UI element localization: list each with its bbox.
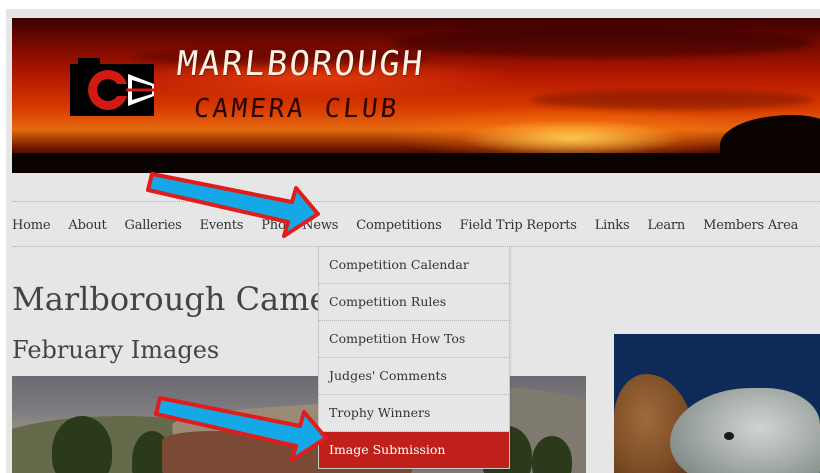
menu-item-judges-comments[interactable]: Judges' Comments xyxy=(319,358,509,395)
competitions-dropdown-menu: Competition Calendar Competition Rules C… xyxy=(318,247,510,469)
menu-item-image-submission[interactable]: Image Submission xyxy=(319,432,509,468)
page-frame-left xyxy=(0,0,6,473)
banner-cloud xyxy=(532,90,812,110)
nav-item-field-trip-reports[interactable]: Field Trip Reports xyxy=(460,218,577,233)
menu-item-trophy-winners[interactable]: Trophy Winners xyxy=(319,395,509,432)
header-banner[interactable]: MARLBOROUGH CAMERA CLUB xyxy=(12,18,820,173)
nav-item-galleries[interactable]: Galleries xyxy=(125,218,182,233)
february-image-vulture[interactable] xyxy=(614,334,820,473)
section-title: February Images xyxy=(12,336,220,364)
menu-item-competition-how-tos[interactable]: Competition How Tos xyxy=(319,321,509,358)
main-nav: Home About Galleries Events Photo News C… xyxy=(12,214,816,236)
nav-item-competitions[interactable]: Competitions xyxy=(356,218,442,233)
menu-item-competition-calendar[interactable]: Competition Calendar xyxy=(319,247,509,284)
nav-item-links[interactable]: Links xyxy=(595,218,630,233)
club-name-line2: CAMERA CLUB xyxy=(192,94,401,124)
menu-item-competition-rules[interactable]: Competition Rules xyxy=(319,284,509,321)
photo-bird-eye xyxy=(724,432,734,440)
banner-cloud xyxy=(392,28,812,58)
nav-item-learn[interactable]: Learn xyxy=(647,218,685,233)
page-frame-top xyxy=(0,0,820,9)
nav-item-events[interactable]: Events xyxy=(200,218,244,233)
club-name-line1: MARLBOROUGH xyxy=(174,44,427,84)
nav-divider-top xyxy=(12,201,820,202)
photo-bird-head xyxy=(670,388,820,473)
banner-ground xyxy=(12,153,820,173)
nav-item-home[interactable]: Home xyxy=(12,218,51,233)
nav-item-members-area[interactable]: Members Area xyxy=(703,218,798,233)
camera-c-logo-icon xyxy=(70,58,154,116)
nav-item-photo-news[interactable]: Photo News xyxy=(261,218,338,233)
nav-item-about[interactable]: About xyxy=(68,218,106,233)
